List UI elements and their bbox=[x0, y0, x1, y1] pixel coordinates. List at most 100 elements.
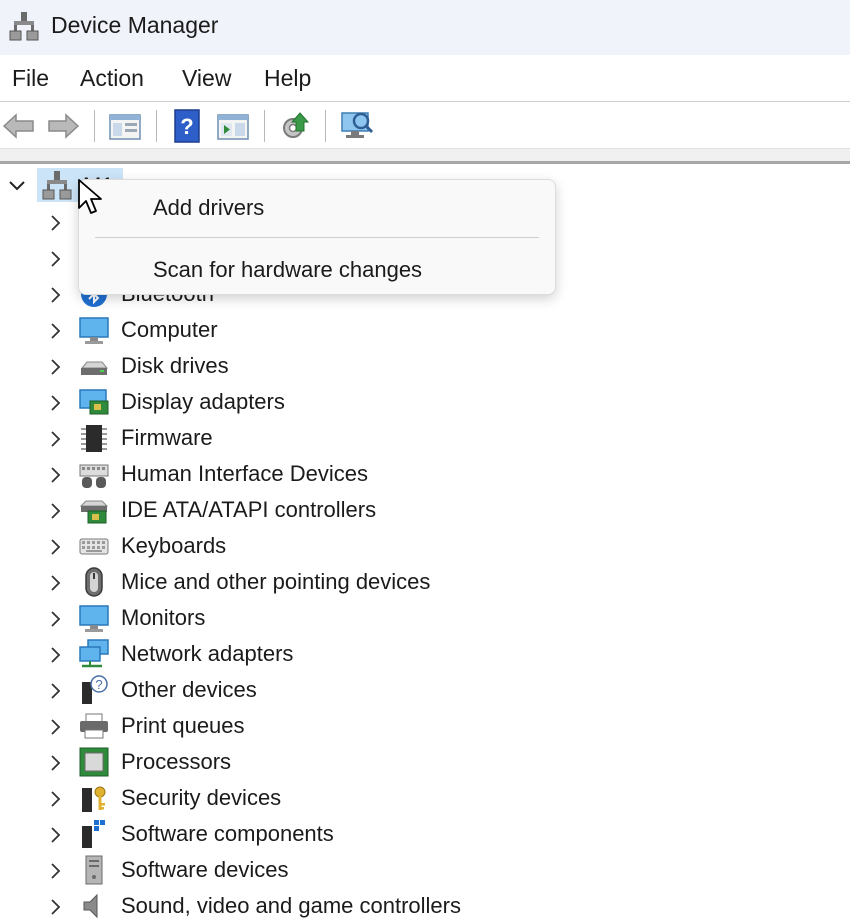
other-devices-icon: ? bbox=[82, 675, 108, 704]
tree-item-mice[interactable]: Mice and other pointing devices bbox=[0, 564, 850, 600]
svg-text:?: ? bbox=[180, 114, 193, 139]
tree-item-other-devices[interactable]: ? Other devices bbox=[0, 672, 850, 708]
forward-button[interactable] bbox=[44, 107, 82, 145]
chevron-right-icon[interactable] bbox=[44, 644, 66, 666]
toolbar-separator bbox=[156, 110, 157, 142]
toolbar: ? bbox=[0, 102, 850, 149]
back-arrow-icon bbox=[2, 113, 34, 139]
update-driver-icon bbox=[283, 112, 310, 138]
chevron-right-icon[interactable] bbox=[44, 248, 66, 270]
tree-item-label: IDE ATA/ATAPI controllers bbox=[121, 497, 377, 522]
tree-item-print-queues[interactable]: Print queues bbox=[0, 708, 850, 744]
chevron-right-icon[interactable] bbox=[44, 680, 66, 702]
tree-item-keyboards[interactable]: Keyboards bbox=[0, 528, 850, 564]
chevron-right-icon[interactable] bbox=[44, 500, 66, 522]
chevron-right-icon[interactable] bbox=[44, 608, 66, 630]
disk-drive-icon bbox=[80, 361, 109, 375]
software-device-icon bbox=[85, 855, 103, 885]
tree-item-label: Display adapters bbox=[121, 389, 285, 414]
run-pane-button[interactable] bbox=[214, 107, 252, 145]
window-title: Device Manager bbox=[51, 12, 219, 38]
menu-file[interactable]: File bbox=[12, 65, 49, 92]
properties-pane-icon bbox=[109, 114, 141, 140]
tree-item-label: Network adapters bbox=[121, 641, 294, 666]
security-device-icon bbox=[82, 786, 106, 812]
chevron-right-icon[interactable] bbox=[44, 752, 66, 774]
tree-item-ide-controllers[interactable]: IDE ATA/ATAPI controllers bbox=[0, 492, 850, 528]
device-manager-icon bbox=[9, 12, 39, 41]
chevron-right-icon[interactable] bbox=[44, 392, 66, 414]
tree-item-display-adapters[interactable]: Display adapters bbox=[0, 384, 850, 420]
tree-item-software-devices[interactable]: Software devices bbox=[0, 852, 850, 888]
tree-item-label: Other devices bbox=[121, 677, 257, 702]
menu-bar: File Action View Help bbox=[0, 55, 850, 103]
menu-help[interactable]: Help bbox=[264, 65, 311, 92]
chevron-right-icon[interactable] bbox=[44, 788, 66, 810]
tree-item-label: Keyboards bbox=[121, 533, 227, 558]
scan-hardware-menu-item[interactable]: Scan for hardware changes bbox=[79, 246, 555, 292]
chevron-right-icon[interactable] bbox=[44, 212, 66, 234]
display-adapter-icon bbox=[79, 389, 109, 415]
tree-item-label: Mice and other pointing devices bbox=[121, 569, 431, 594]
tree-item-label: Sound, video and game controllers bbox=[121, 893, 461, 918]
help-button[interactable]: ? bbox=[168, 107, 206, 145]
firmware-chip-icon bbox=[81, 425, 107, 452]
tree-item-computer[interactable]: Computer bbox=[0, 312, 850, 348]
tree-item-label: Software components bbox=[121, 821, 334, 846]
toolbar-separator bbox=[264, 110, 265, 142]
chevron-right-icon[interactable] bbox=[44, 860, 66, 882]
chevron-right-icon[interactable] bbox=[44, 356, 66, 378]
run-pane-icon bbox=[217, 114, 249, 140]
keyboard-icon bbox=[79, 538, 109, 555]
chevron-right-icon[interactable] bbox=[44, 536, 66, 558]
tree-item-label: Software devices bbox=[121, 857, 289, 882]
network-adapter-icon bbox=[79, 639, 109, 668]
context-menu-divider bbox=[95, 237, 539, 238]
tree-item-firmware[interactable]: Firmware bbox=[0, 420, 850, 456]
scan-hardware-button[interactable] bbox=[338, 107, 376, 145]
tree-item-monitors[interactable]: Monitors bbox=[0, 600, 850, 636]
add-drivers-menu-item[interactable]: Add drivers bbox=[79, 184, 555, 230]
chevron-right-icon[interactable] bbox=[44, 824, 66, 846]
tree-item-label: Human Interface Devices bbox=[121, 461, 368, 486]
chevron-right-icon[interactable] bbox=[44, 464, 66, 486]
tree-item-human-interface-devices[interactable]: Human Interface Devices bbox=[0, 456, 850, 492]
chevron-right-icon[interactable] bbox=[44, 428, 66, 450]
chevron-down-icon[interactable] bbox=[6, 174, 28, 196]
scan-hardware-icon bbox=[341, 112, 374, 138]
chevron-right-icon[interactable] bbox=[44, 284, 66, 306]
chevron-right-icon[interactable] bbox=[44, 896, 66, 918]
tree-item-security-devices[interactable]: Security devices bbox=[0, 780, 850, 816]
add-drivers-label: Add drivers bbox=[153, 195, 265, 220]
menu-action[interactable]: Action bbox=[80, 65, 144, 92]
properties-pane-button[interactable] bbox=[106, 107, 144, 145]
toolbar-separator bbox=[325, 110, 326, 142]
context-menu: Add drivers Scan for hardware changes bbox=[78, 179, 556, 295]
update-driver-button[interactable] bbox=[276, 107, 314, 145]
tree-item-disk-drives[interactable]: Disk drives bbox=[0, 348, 850, 384]
back-button[interactable] bbox=[0, 107, 38, 145]
tree-item-label: Print queues bbox=[121, 713, 245, 738]
title-bar: Device Manager bbox=[0, 0, 850, 55]
chevron-right-icon[interactable] bbox=[44, 572, 66, 594]
mouse-icon bbox=[85, 567, 103, 597]
sound-icon bbox=[83, 893, 98, 919]
ide-controller-icon bbox=[79, 500, 109, 524]
hid-icon bbox=[79, 464, 109, 488]
forward-arrow-icon bbox=[48, 113, 80, 139]
pane-divider bbox=[0, 149, 850, 164]
tree-item-label: Computer bbox=[121, 317, 218, 342]
tree-item-processors[interactable]: Processors bbox=[0, 744, 850, 780]
help-icon: ? bbox=[174, 109, 200, 143]
chevron-right-icon[interactable] bbox=[44, 320, 66, 342]
scan-hardware-label: Scan for hardware changes bbox=[153, 257, 423, 282]
chevron-right-icon[interactable] bbox=[44, 716, 66, 738]
menu-view[interactable]: View bbox=[182, 65, 231, 92]
tree-item-label: Processors bbox=[121, 749, 232, 774]
tree-item-label: Disk drives bbox=[121, 353, 229, 378]
mouse-cursor-icon bbox=[78, 179, 102, 214]
tree-item-network-adapters[interactable]: Network adapters bbox=[0, 636, 850, 672]
tree-item-sound-controllers[interactable]: Sound, video and game controllers bbox=[0, 888, 850, 924]
tree-item-label: Monitors bbox=[121, 605, 206, 630]
tree-item-software-components[interactable]: Software components bbox=[0, 816, 850, 852]
